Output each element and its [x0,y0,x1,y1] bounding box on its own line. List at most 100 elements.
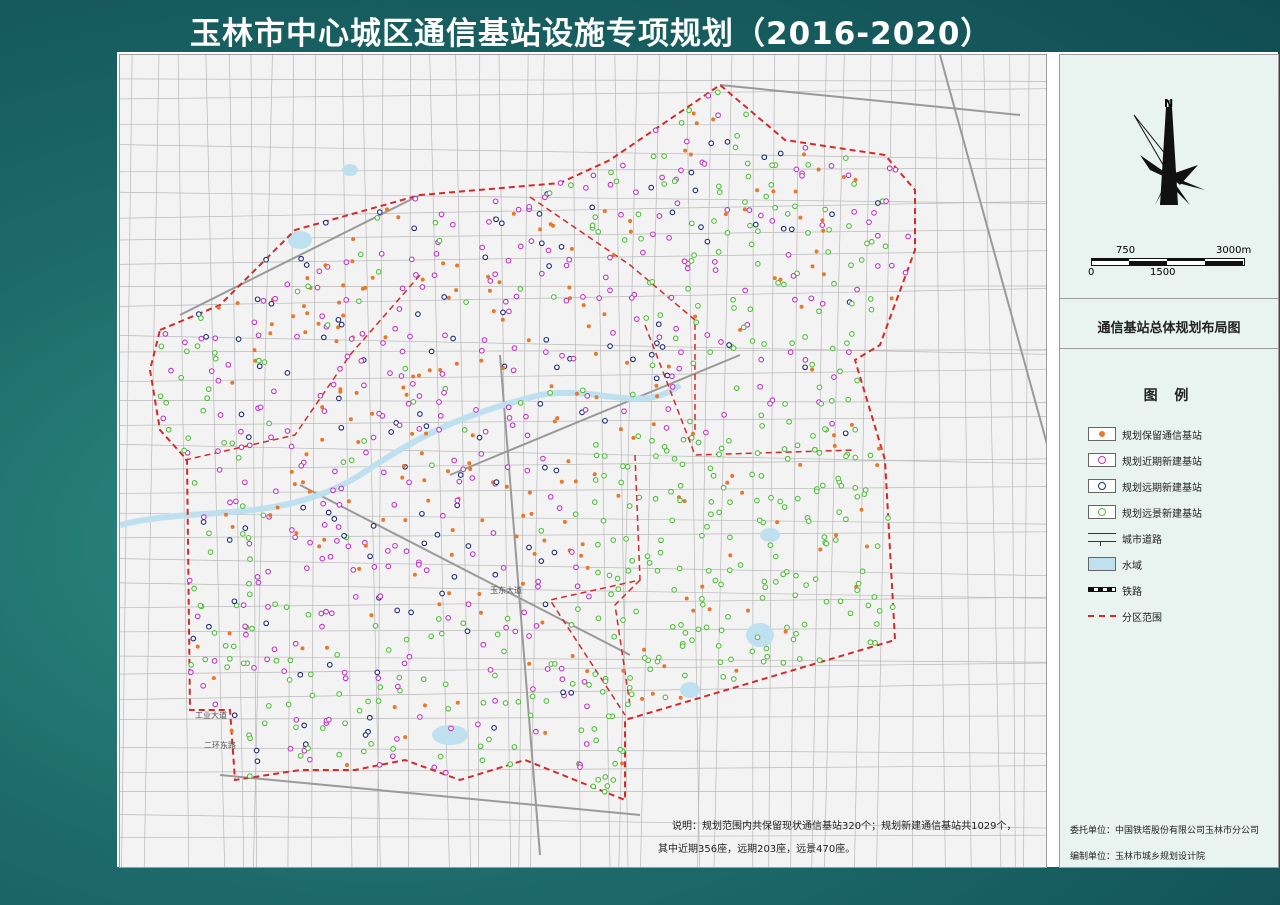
station-near [265,568,271,575]
station-far [476,434,483,441]
station-near [406,479,412,486]
station-long [842,155,849,161]
station-long [661,181,668,187]
station-near [500,565,507,571]
station-long [436,237,443,244]
station-long [780,571,787,578]
road-line [120,400,1046,403]
station-near [319,555,326,562]
station-long [654,658,661,665]
station-far [607,343,613,349]
station-near [415,561,422,568]
station-long [627,675,633,681]
station-retain [455,263,460,268]
station-far [268,300,275,307]
station-near [793,166,800,173]
station-near [712,267,719,273]
station-near [819,222,826,228]
station-retain [559,479,564,484]
station-near [307,756,313,763]
station-long [507,761,514,768]
station-long [821,534,828,540]
station-long [538,527,545,534]
station-near [607,254,613,261]
station-near [380,469,387,476]
station-near [556,505,563,511]
station-near [371,564,378,570]
map-canvas[interactable]: 工业大道 二环东路 玉东大道 [120,55,1046,867]
station-far [829,211,835,218]
scale-bar: 750 3000m 0 1500 [1088,245,1252,285]
station-near [721,411,727,418]
station-long [843,516,849,523]
station-near [431,272,438,279]
station-near [583,741,590,747]
station-far [536,211,543,217]
station-long [689,637,695,643]
station-retain [403,735,408,740]
station-near [268,434,274,441]
road-line [121,55,133,867]
station-near [473,407,479,413]
station-long [682,672,688,679]
station-near [389,753,396,760]
station-near [198,335,205,342]
station-near [405,400,412,407]
station-retain [849,422,854,427]
station-far [491,725,497,731]
station-near [802,357,809,363]
station-retain [527,661,532,666]
station-long [844,340,850,346]
station-retain [345,763,349,767]
station-long [592,671,599,677]
station-long [872,640,878,646]
station-near [673,325,679,332]
station-far [415,311,421,317]
station-long [703,624,710,631]
station-near [902,269,909,276]
station-near [294,333,300,340]
legend-label-near: 规划近期新建基站 [1122,457,1202,468]
station-far [335,316,342,323]
station-retain [356,440,361,444]
scale-label-3000: 3000m [1216,245,1252,256]
station-long [657,312,664,318]
station-near [194,613,201,620]
road-line [120,596,1046,609]
station-retain [348,417,353,422]
station-retain [865,544,869,549]
commissioned-by: 委托单位：中国铁塔股份有限公司玉林市分公司 [1070,826,1260,836]
station-long [247,556,253,562]
station-long [728,656,734,663]
street-label-yudong: 玉东大道 [490,585,522,595]
station-long [265,703,272,709]
station-long [356,298,362,305]
scale-label-750: 750 [1116,245,1136,256]
station-near [246,442,253,449]
station-far [630,356,636,363]
station-long [334,651,341,658]
station-long [615,586,622,592]
station-long [620,463,626,469]
station-retain [628,219,633,223]
station-far [538,240,545,247]
station-long [621,237,628,243]
station-far [724,139,731,145]
station-near [481,337,488,343]
station-far [336,395,342,402]
station-near [398,373,405,379]
planning-map[interactable]: 工业大道 二环东路 玉东大道 说明：规划范围内共保留现状通信基站320个；规划新… [119,54,1047,868]
station-near [480,641,487,648]
station-near [469,475,476,481]
station-retain [820,218,825,223]
station-long [781,504,788,510]
station-retain [802,152,806,157]
road-line [713,55,733,867]
station-long [851,181,857,187]
scale-label-1500: 1500 [1150,267,1176,278]
station-long [749,648,756,655]
station-retain [694,121,699,126]
station-long [730,345,737,351]
legend-label-retain: 规划保留通信基站 [1122,431,1202,442]
station-long [410,399,417,405]
